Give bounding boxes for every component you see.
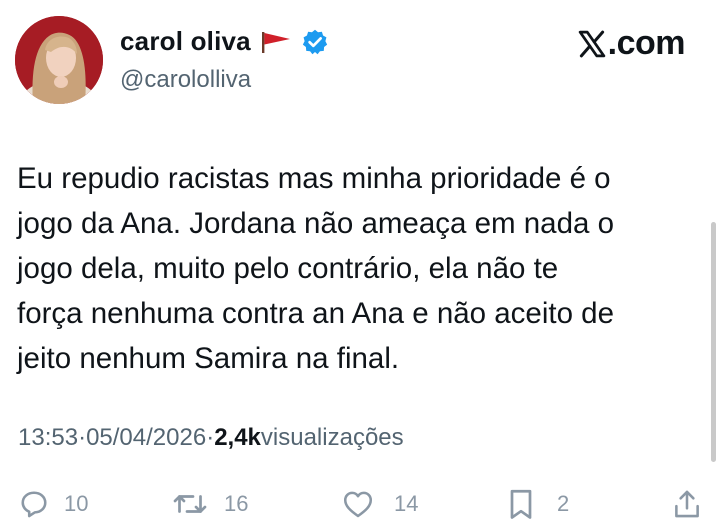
verified-badge-icon: [301, 28, 329, 56]
brand-logo: .com: [577, 24, 686, 63]
reply-icon: [16, 486, 52, 522]
share-button[interactable]: [670, 486, 704, 522]
author-name-row[interactable]: carol oliva: [120, 26, 329, 57]
heart-icon: [338, 486, 378, 522]
tweet-actions: 10 16 14 2: [0, 486, 720, 526]
repost-button[interactable]: 16: [170, 486, 248, 522]
author-name[interactable]: carol oliva: [120, 26, 251, 57]
meta-separator: ·: [78, 424, 87, 451]
reply-button[interactable]: 10: [16, 486, 88, 522]
like-count: 14: [394, 491, 419, 516]
tweet-date[interactable]: 05/04/2026: [86, 424, 206, 452]
like-button[interactable]: 14: [338, 486, 418, 522]
views-label: visualizações: [260, 424, 404, 451]
meta-separator: ·: [206, 424, 215, 451]
red-flag-icon: [259, 29, 293, 55]
x-logo-icon: [577, 29, 607, 59]
tweet-header: carol oliva @carololliva .com: [0, 0, 720, 120]
author-handle[interactable]: @carololliva: [120, 66, 251, 94]
tweet-meta: 13:53 · 05/04/2026 · 2,4k visualizações: [18, 424, 404, 452]
avatar-image: [15, 16, 103, 104]
scrollbar[interactable]: [711, 222, 716, 462]
avatar[interactable]: [15, 16, 103, 104]
bookmark-button[interactable]: 2: [505, 486, 569, 522]
reply-count: 10: [64, 491, 89, 516]
repost-count: 16: [224, 491, 249, 516]
bookmark-count: 2: [557, 491, 570, 516]
bookmark-icon: [505, 486, 537, 522]
repost-icon: [170, 486, 210, 522]
tweet-text: Eu repudio racistas mas minha prioridade…: [17, 162, 615, 375]
tweet-time[interactable]: 13:53: [18, 424, 78, 452]
views-count[interactable]: 2,4k: [214, 424, 261, 452]
share-icon: [670, 486, 704, 522]
brand-label: .com: [607, 24, 686, 62]
